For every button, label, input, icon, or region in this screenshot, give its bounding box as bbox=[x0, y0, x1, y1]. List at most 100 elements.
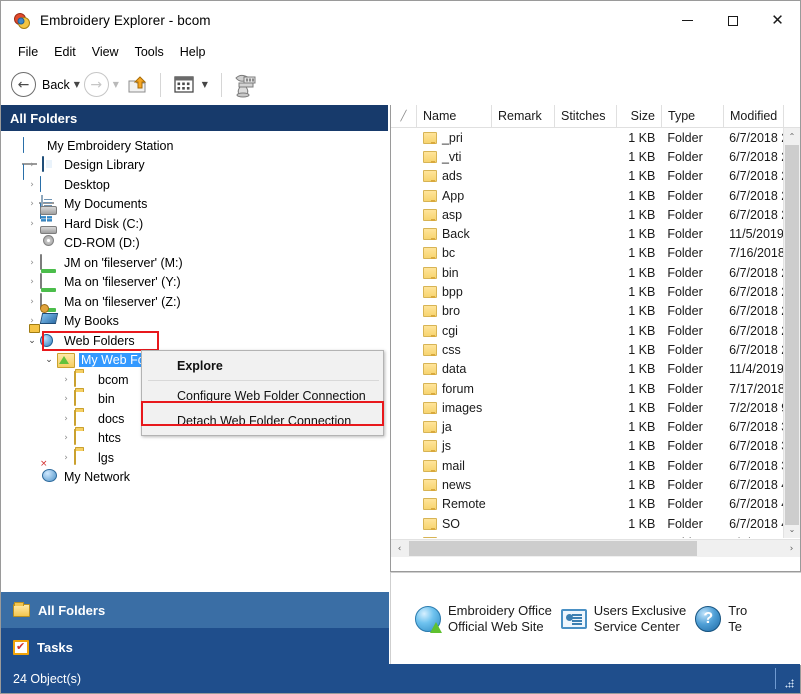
maximize-button[interactable] bbox=[710, 1, 755, 40]
panel-all-folders[interactable]: All Folders bbox=[1, 592, 389, 628]
file-list-row[interactable]: news 1 KB Folder 6/7/2018 4 bbox=[391, 475, 783, 494]
context-menu-item-explore[interactable]: Explore bbox=[142, 353, 383, 378]
chevron-right-icon[interactable]: › bbox=[58, 433, 74, 443]
file-list-row[interactable]: asp 1 KB Folder 6/7/2018 2 bbox=[391, 205, 783, 224]
file-list-vertical-scrollbar[interactable]: ⌃ ⌄ bbox=[783, 128, 800, 538]
back-dropdown-caret[interactable]: ▼ bbox=[70, 80, 84, 89]
horizontal-scroll-thumb[interactable] bbox=[409, 541, 697, 556]
close-button[interactable]: ✕ bbox=[755, 1, 800, 40]
file-list-row[interactable]: cgi 1 KB Folder 6/7/2018 2 bbox=[391, 321, 783, 340]
file-list-row[interactable]: bpp 1 KB Folder 6/7/2018 2 bbox=[391, 282, 783, 301]
chevron-right-icon[interactable]: › bbox=[24, 160, 40, 170]
column-header-modified[interactable]: Modified bbox=[724, 105, 784, 127]
chevron-right-icon[interactable]: › bbox=[24, 297, 40, 307]
column-header-name[interactable]: Name bbox=[417, 105, 492, 127]
menu-view[interactable]: View bbox=[84, 43, 127, 61]
file-list-row[interactable]: ads 1 KB Folder 6/7/2018 2 bbox=[391, 167, 783, 186]
views-dropdown-caret[interactable]: ▼ bbox=[198, 80, 212, 89]
tree-item-lgs[interactable]: › lgs bbox=[1, 448, 388, 468]
tree-item-my-books[interactable]: › My Books bbox=[1, 312, 388, 332]
column-header-type[interactable]: Type bbox=[662, 105, 724, 127]
chevron-right-icon[interactable]: › bbox=[58, 453, 74, 463]
link-troubleshooting[interactable]: ? Tro Te bbox=[695, 603, 747, 635]
chevron-right-icon[interactable]: › bbox=[24, 219, 40, 229]
menu-file[interactable]: File bbox=[10, 43, 46, 61]
up-folder-button[interactable] bbox=[123, 71, 151, 99]
tree-item-design-library[interactable]: › Design Library bbox=[1, 156, 388, 176]
file-list-row[interactable]: App 1 KB Folder 6/7/2018 2 bbox=[391, 186, 783, 205]
file-list-row[interactable]: SO 1 KB Folder 6/7/2018 4 bbox=[391, 514, 783, 533]
scroll-left-button[interactable]: ‹ bbox=[391, 540, 408, 557]
minimize-button[interactable] bbox=[665, 1, 710, 40]
tree-item-my-documents[interactable]: › My Documents bbox=[1, 195, 388, 215]
link-embroidery-office-official-web-site[interactable]: Embroidery Office Official Web Site bbox=[415, 603, 552, 635]
chevron-right-icon[interactable]: › bbox=[58, 394, 74, 404]
file-list-row[interactable]: _pri 1 KB Folder 6/7/2018 2 bbox=[391, 128, 783, 147]
tree-item-label: Hard Disk (C:) bbox=[64, 216, 144, 231]
chevron-right-icon[interactable]: › bbox=[24, 199, 40, 209]
link-line1: Users Exclusive bbox=[593, 603, 687, 618]
file-list-row[interactable]: ja 1 KB Folder 6/7/2018 3 bbox=[391, 417, 783, 436]
chevron-down-icon[interactable]: ⌄ bbox=[41, 355, 57, 365]
context-menu-item-configure-web-folder-connection[interactable]: Configure Web Folder Connection bbox=[142, 383, 383, 408]
embroidery-machine-button[interactable] bbox=[231, 71, 259, 99]
scroll-right-button[interactable]: › bbox=[783, 540, 800, 557]
menu-help[interactable]: Help bbox=[172, 43, 214, 61]
resize-grip-icon[interactable] bbox=[785, 679, 795, 689]
menu-edit[interactable]: Edit bbox=[46, 43, 84, 61]
back-button[interactable]: ← bbox=[11, 72, 36, 97]
chevron-right-icon[interactable]: › bbox=[24, 277, 40, 287]
file-list-row[interactable]: forum 1 KB Folder 7/17/2018 bbox=[391, 379, 783, 398]
file-list-row[interactable]: bro 1 KB Folder 6/7/2018 2 bbox=[391, 302, 783, 321]
tree-item-ma-on-fileserver-y[interactable]: › Ma on 'fileserver' (Y:) bbox=[1, 273, 388, 293]
tree-item-my-embroidery-station[interactable]: My Embroidery Station bbox=[1, 136, 388, 180]
chevron-right-icon[interactable]: › bbox=[58, 375, 74, 385]
column-header-[interactable]: ╱ bbox=[391, 105, 417, 127]
scroll-down-button[interactable]: ⌄ bbox=[784, 521, 800, 538]
views-button[interactable] bbox=[170, 71, 198, 99]
file-list-body[interactable]: _pri 1 KB Folder 6/7/2018 2 _vti 1 KB Folder 6/… bbox=[391, 128, 783, 538]
tree-item-cd-rom-d[interactable]: CD-ROM (D:) bbox=[1, 234, 388, 254]
tree-item-web-folders[interactable]: ⌄ Web Folders bbox=[1, 331, 388, 351]
tree-item-ma-on-fileserver-z[interactable]: › Ma on 'fileserver' (Z:) bbox=[1, 292, 388, 312]
tree-item-hard-disk-c[interactable]: › Hard Disk (C:) bbox=[1, 214, 388, 234]
file-name-label: news bbox=[441, 477, 472, 492]
file-list-header[interactable]: ╱ Name Remark Stitches Size Type Modified bbox=[391, 105, 800, 128]
file-modified-cell: 6/7/2018 2 bbox=[729, 323, 783, 338]
column-header-size[interactable]: Size bbox=[617, 105, 662, 127]
tree-item-label: Web Folders bbox=[64, 333, 135, 348]
file-list-row[interactable]: Remote 1 KB Folder 6/7/2018 4 bbox=[391, 495, 783, 514]
file-size-cell: 1 KB bbox=[628, 188, 656, 203]
column-header-stitches[interactable]: Stitches bbox=[555, 105, 617, 127]
file-list-row[interactable]: mail 1 KB Folder 6/7/2018 3 bbox=[391, 456, 783, 475]
file-list-row[interactable]: Back 1 KB Folder 11/5/2019 bbox=[391, 224, 783, 243]
chevron-right-icon[interactable]: › bbox=[24, 258, 40, 268]
column-header-remark[interactable]: Remark bbox=[492, 105, 555, 127]
tree-item-jm-on-fileserver-m[interactable]: › JM on 'fileserver' (M:) bbox=[1, 253, 388, 273]
chevron-down-icon[interactable]: ⌄ bbox=[24, 336, 40, 346]
file-list-row[interactable]: _vti 1 KB Folder 6/7/2018 2 bbox=[391, 147, 783, 166]
menu-tools[interactable]: Tools bbox=[127, 43, 172, 61]
file-list-row[interactable]: bin 1 KB Folder 6/7/2018 2 bbox=[391, 263, 783, 282]
file-list-row[interactable]: bc 1 KB Folder 7/16/2018 bbox=[391, 244, 783, 263]
tree-item-desktop[interactable]: › Desktop bbox=[1, 175, 388, 219]
vertical-scroll-thumb[interactable] bbox=[785, 145, 799, 525]
file-list-horizontal-scrollbar[interactable]: ‹ › bbox=[391, 539, 800, 557]
title-bar: Embroidery Explorer - bcom ✕ bbox=[1, 1, 800, 40]
link-users-exclusive-service-center[interactable]: Users Exclusive Service Center bbox=[560, 603, 687, 635]
context-menu-item-detach-web-folder-connection[interactable]: Detach Web Folder Connection bbox=[142, 408, 383, 433]
forward-dropdown-caret[interactable]: ▼ bbox=[109, 80, 123, 89]
context-menu[interactable]: Explore Configure Web Folder Connection … bbox=[141, 350, 384, 436]
file-name-label: bin bbox=[441, 265, 459, 280]
file-list-row[interactable]: stats 1 KBFolder7/2/2018 8 bbox=[391, 533, 783, 538]
panel-tasks[interactable]: Tasks bbox=[1, 628, 389, 666]
file-list-row[interactable]: css 1 KB Folder 6/7/2018 2 bbox=[391, 340, 783, 359]
file-list-row[interactable]: images 1 KB Folder 7/2/2018 9 bbox=[391, 398, 783, 417]
file-list-row[interactable]: data 1 KB Folder 11/4/2019 bbox=[391, 360, 783, 379]
file-list-row[interactable]: js 1 KB Folder 6/7/2018 3 bbox=[391, 437, 783, 456]
scroll-up-button[interactable]: ⌃ bbox=[784, 128, 800, 145]
forward-button[interactable]: → bbox=[83, 72, 109, 97]
chevron-right-icon[interactable]: › bbox=[58, 414, 74, 424]
tree-item-my-network[interactable]: My Network bbox=[1, 468, 388, 488]
chevron-right-icon[interactable]: › bbox=[24, 180, 40, 190]
